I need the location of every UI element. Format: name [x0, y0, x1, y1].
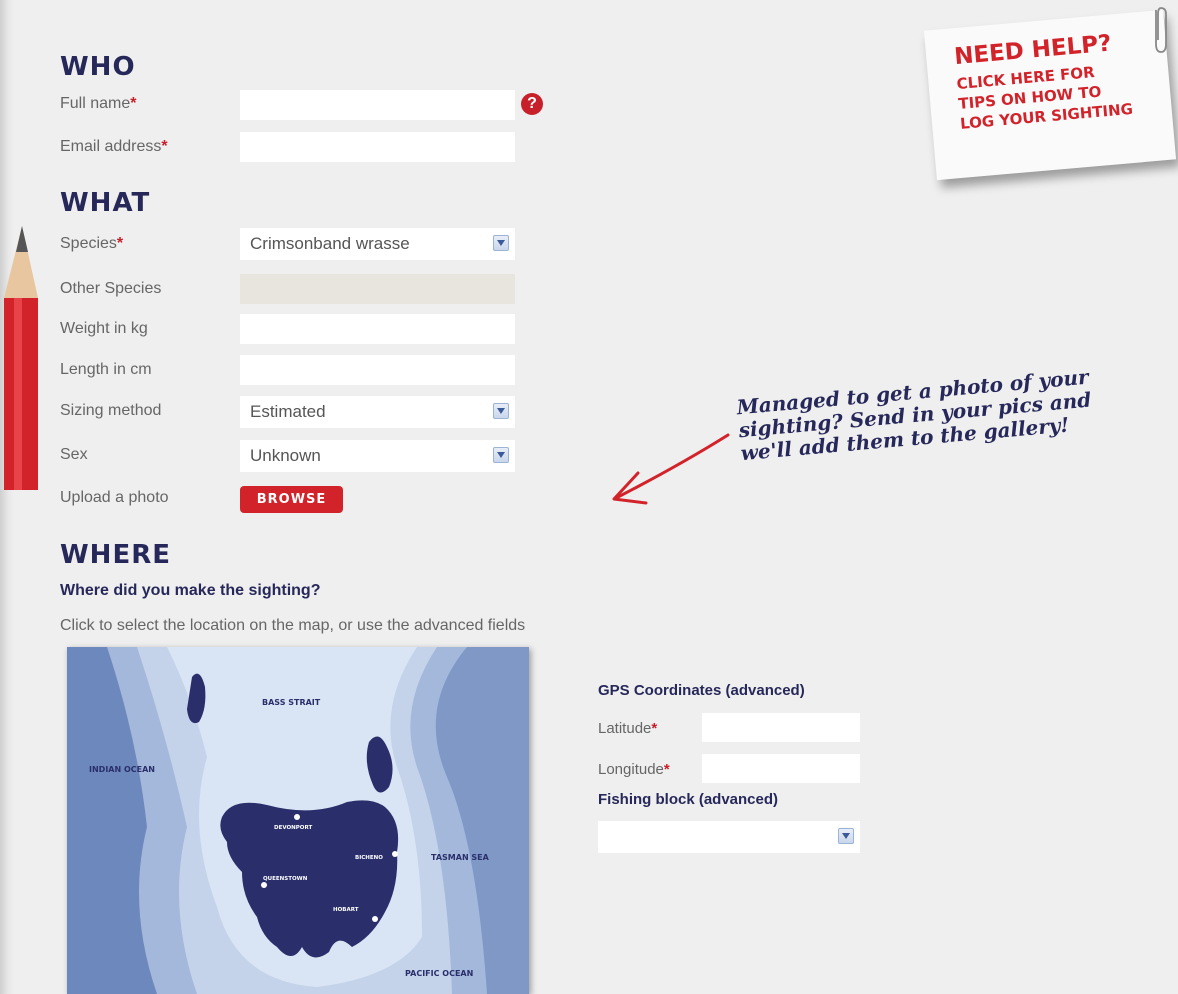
full-name-input[interactable] [240, 90, 515, 120]
full-name-label: Full name* [60, 95, 137, 112]
latitude-label: Latitude* [598, 720, 658, 737]
where-question: Where did you make the sighting? [60, 582, 321, 599]
longitude-label: Longitude* [598, 761, 670, 778]
sizing-method-label: Sizing method [60, 402, 162, 419]
required-mark: * [663, 761, 670, 778]
latitude-input[interactable] [702, 713, 860, 742]
label-devonport: DEVONPORT [274, 825, 312, 831]
chevron-down-icon[interactable] [493, 447, 509, 463]
page-edge [0, 0, 14, 994]
chevron-down-icon[interactable] [838, 828, 854, 844]
label-pacific-ocean: PACIFIC OCEAN [405, 969, 473, 978]
sex-label: Sex [60, 446, 88, 463]
label-hobart: HOBART [333, 907, 359, 913]
required-mark: * [116, 235, 124, 252]
location-map[interactable]: BASS STRAIT INDIAN OCEAN TASMAN SEA PACI… [67, 647, 529, 994]
species-select[interactable]: Crimsonband wrasse [240, 228, 515, 260]
pencil-decoration [4, 226, 38, 490]
species-label: Species* [60, 235, 124, 252]
sizing-method-select[interactable]: Estimated [240, 396, 515, 428]
email-label: Email address* [60, 138, 168, 155]
label-queenstown: QUEENSTOWN [263, 876, 308, 882]
label-indian-ocean: INDIAN OCEAN [89, 765, 155, 774]
required-mark: * [161, 138, 168, 155]
photo-tip-note: Managed to get a photo of your sighting?… [735, 364, 1093, 466]
weight-label: Weight in kg [60, 320, 148, 337]
fishing-block-title: Fishing block (advanced) [598, 791, 779, 808]
where-hint: Click to select the location on the map,… [60, 617, 526, 634]
chevron-down-icon[interactable] [493, 235, 509, 251]
length-label: Length in cm [60, 361, 152, 378]
map-svg[interactable]: BASS STRAIT INDIAN OCEAN TASMAN SEA PACI… [67, 647, 529, 994]
email-input[interactable] [240, 132, 515, 162]
required-mark: * [651, 720, 658, 737]
need-help-text: CLICK HERE FOR TIPS ON HOW TO LOG YOUR S… [955, 63, 1134, 133]
sex-value: Unknown [250, 446, 321, 465]
need-help-note[interactable]: NEED HELP? CLICK HERE FOR TIPS ON HOW TO… [923, 9, 1177, 181]
label-bicheno: BICHENO [355, 855, 383, 861]
sizing-method-value: Estimated [250, 402, 326, 421]
who-heading: WHO [60, 52, 136, 82]
what-heading: WHAT [60, 188, 151, 218]
where-heading: WHERE [60, 540, 171, 570]
arrow-icon [612, 433, 730, 505]
required-mark: * [130, 95, 137, 112]
browse-button[interactable]: BROWSE [240, 486, 343, 513]
label-tasman-sea: TASMAN SEA [431, 853, 490, 862]
label-bass-strait: BASS STRAIT [262, 698, 321, 707]
weight-input[interactable] [240, 314, 515, 344]
other-species-input [240, 274, 515, 304]
fishing-block-select[interactable] [598, 821, 860, 853]
paperclip-icon [1155, 7, 1167, 53]
other-species-label: Other Species [60, 280, 162, 297]
help-icon[interactable]: ? [521, 93, 543, 115]
length-input[interactable] [240, 355, 515, 385]
chevron-down-icon[interactable] [493, 403, 509, 419]
sex-select[interactable]: Unknown [240, 440, 515, 472]
upload-photo-label: Upload a photo [60, 489, 169, 506]
gps-title: GPS Coordinates (advanced) [598, 682, 805, 699]
species-value: Crimsonband wrasse [250, 234, 410, 253]
longitude-input[interactable] [702, 754, 860, 783]
